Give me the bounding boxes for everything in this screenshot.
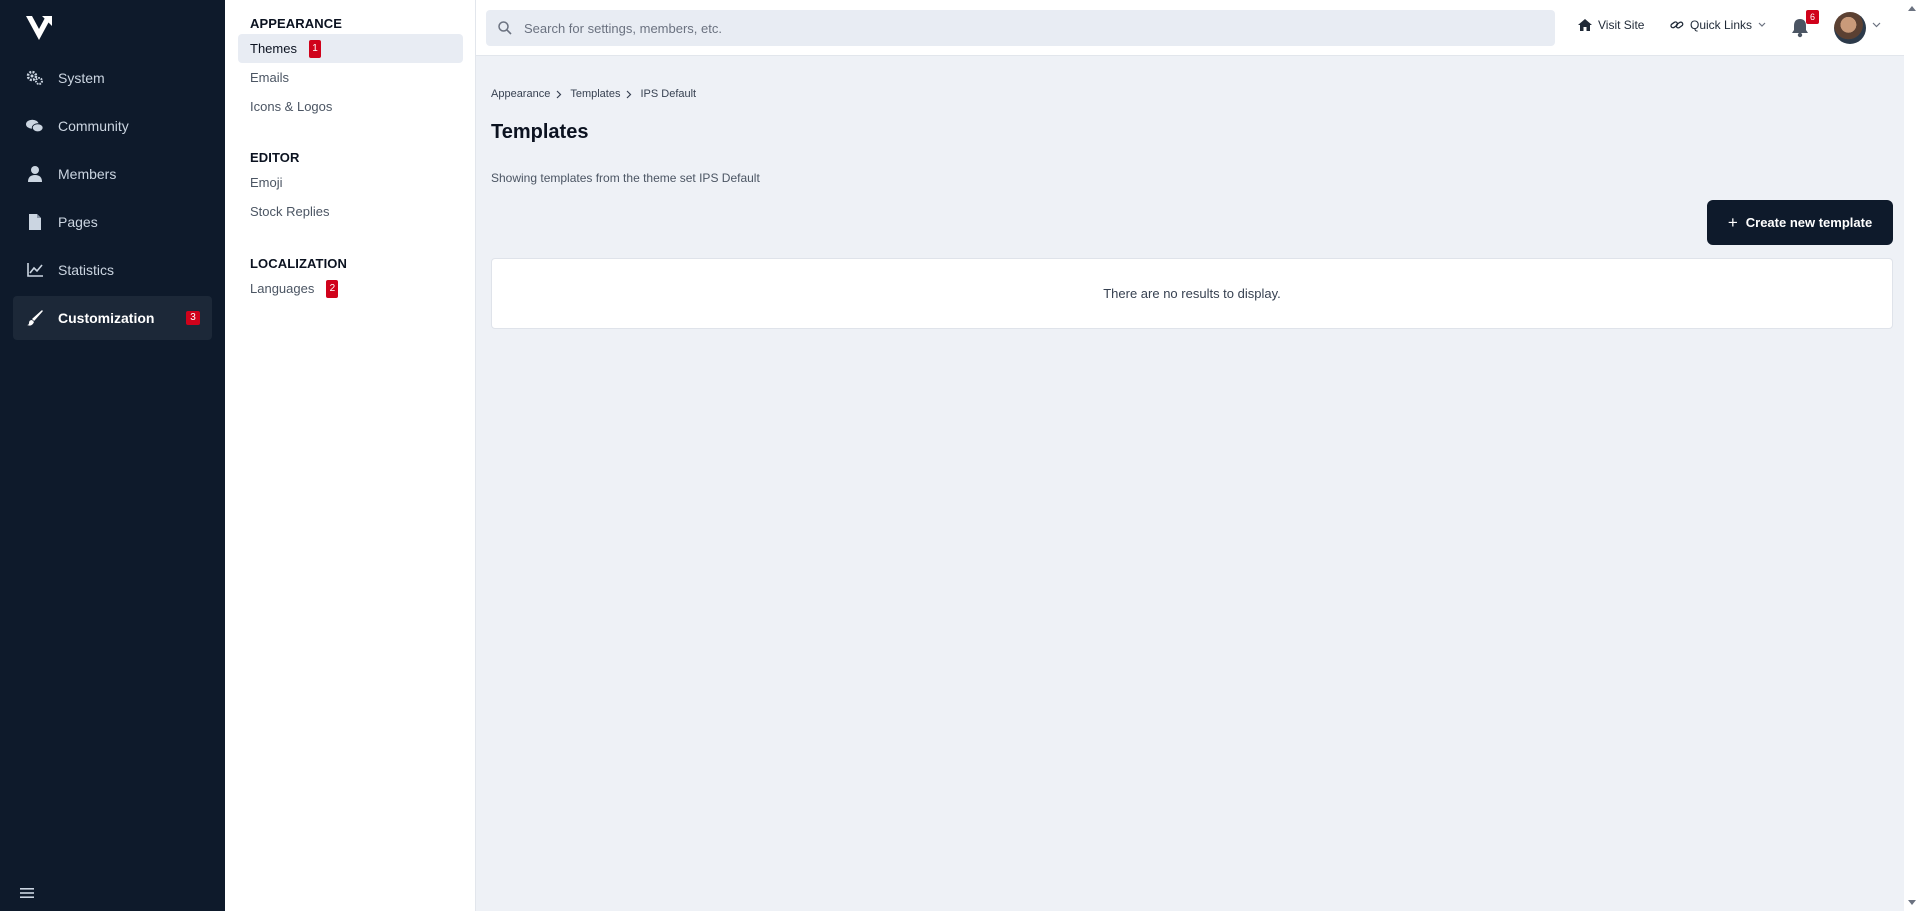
- logo-icon[interactable]: [24, 14, 54, 42]
- top-header: Visit Site Quick Links 6: [476, 0, 1920, 56]
- search-icon: [498, 21, 512, 35]
- nav-group-title: Editor: [250, 150, 300, 165]
- page-title: Templates: [491, 121, 589, 143]
- empty-results-message: There are no results to display.: [1103, 286, 1281, 301]
- nav-item-community[interactable]: Community: [13, 104, 212, 148]
- chevron-down-icon: [1758, 22, 1766, 28]
- notification-badge: 1: [308, 39, 321, 58]
- comments-icon: [26, 117, 44, 135]
- home-icon: [1578, 19, 1592, 31]
- primary-nav-list: System Community Members Pages Statistic…: [13, 56, 212, 344]
- results-panel: There are no results to display.: [491, 258, 1893, 329]
- chart-line-icon: [26, 261, 44, 279]
- gears-icon: [26, 69, 44, 87]
- chevron-right-icon: [626, 90, 632, 99]
- secondary-sidebar: Appearance Themes 1 Emails Icons & Logos…: [225, 0, 476, 911]
- nav-item-label: Icons & Logos: [250, 99, 333, 114]
- scroll-down-arrow-icon[interactable]: [1908, 900, 1916, 905]
- breadcrumb-templates[interactable]: Templates: [570, 88, 620, 100]
- visit-site-link[interactable]: Visit Site: [1578, 18, 1644, 32]
- nav-item-label: Stock Replies: [250, 204, 330, 219]
- nav-item-statistics[interactable]: Statistics: [13, 248, 212, 292]
- nav-item-members[interactable]: Members: [13, 152, 212, 196]
- search-input[interactable]: [524, 20, 1524, 36]
- hamburger-menu-icon[interactable]: [20, 887, 34, 899]
- nav-group-localization: Localization Languages 2: [238, 254, 463, 303]
- notification-badge: 3: [186, 311, 200, 325]
- search-bar[interactable]: [486, 10, 1555, 46]
- nav-item-system[interactable]: System: [13, 56, 212, 100]
- scroll-up-arrow-icon[interactable]: [1908, 6, 1916, 11]
- nav-item-languages[interactable]: Languages 2: [238, 274, 463, 303]
- breadcrumb: Appearance Templates IPS Default: [491, 88, 696, 100]
- nav-item-stock-replies[interactable]: Stock Replies: [238, 197, 463, 226]
- breadcrumb-appearance[interactable]: Appearance: [491, 88, 550, 100]
- paintbrush-icon: [26, 309, 44, 327]
- nav-item-label: Languages: [250, 281, 315, 296]
- main-content: Appearance Templates IPS Default Templat…: [476, 56, 1904, 911]
- nav-group-editor: Editor Emoji Stock Replies: [238, 148, 463, 226]
- nav-item-label: Themes: [250, 41, 297, 56]
- create-button-label: Create new template: [1745, 215, 1873, 230]
- chevron-right-icon: [556, 90, 562, 99]
- nav-item-label: Statistics: [58, 262, 115, 278]
- file-icon: [26, 213, 44, 231]
- nav-item-pages[interactable]: Pages: [13, 200, 212, 244]
- nav-group-title: Localization: [250, 256, 347, 271]
- nav-item-label: Pages: [58, 214, 98, 230]
- link-icon: [1670, 19, 1684, 31]
- notification-count-badge: 6: [1806, 10, 1819, 24]
- user-icon: [26, 165, 44, 183]
- quick-links-dropdown[interactable]: Quick Links: [1670, 18, 1766, 32]
- nav-item-icons-logos[interactable]: Icons & Logos: [238, 92, 463, 121]
- nav-group-title: Appearance: [250, 16, 343, 31]
- quick-links-label: Quick Links: [1690, 18, 1753, 32]
- notification-badge: 2: [326, 279, 339, 298]
- primary-sidebar: System Community Members Pages Statistic…: [0, 0, 225, 911]
- nav-group-appearance: Appearance Themes 1 Emails Icons & Logos: [238, 14, 463, 121]
- nav-item-label: Customization: [58, 310, 155, 326]
- avatar[interactable]: [1834, 12, 1866, 44]
- chevron-down-icon[interactable]: [1872, 22, 1881, 28]
- nav-item-label: System: [58, 70, 105, 86]
- page-description: Showing templates from the theme set IPS…: [491, 171, 760, 185]
- page-scrollbar[interactable]: [1904, 0, 1920, 911]
- nav-item-label: Emoji: [250, 175, 283, 190]
- breadcrumb-ips-default[interactable]: IPS Default: [640, 88, 696, 100]
- nav-item-label: Members: [58, 166, 117, 182]
- nav-item-label: Community: [58, 118, 129, 134]
- create-new-template-button[interactable]: + Create new template: [1707, 200, 1893, 245]
- nav-item-emoji[interactable]: Emoji: [238, 168, 463, 197]
- plus-icon: +: [1727, 213, 1738, 232]
- nav-item-customization[interactable]: Customization 3: [13, 296, 212, 340]
- visit-site-label: Visit Site: [1598, 18, 1645, 32]
- nav-item-themes[interactable]: Themes 1: [238, 34, 463, 63]
- nav-item-emails[interactable]: Emails: [238, 63, 463, 92]
- nav-item-label: Emails: [250, 70, 290, 85]
